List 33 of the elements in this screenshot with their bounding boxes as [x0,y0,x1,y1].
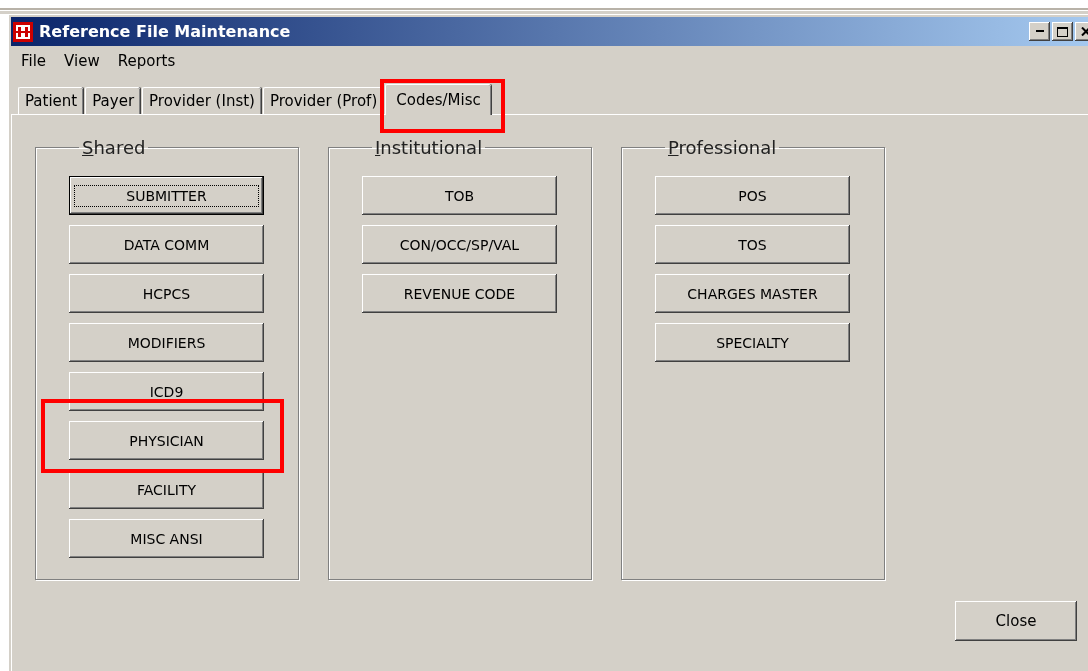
app-icon [13,21,33,42]
close-icon [1080,27,1088,36]
option-button[interactable]: MODIFIERS [69,323,264,362]
option-button[interactable]: CHARGES MASTER [655,274,850,313]
option-button[interactable]: FACILITY [69,470,264,509]
option-button[interactable]: HCPCS [69,274,264,313]
option-button[interactable]: DATA COMM [69,225,264,264]
maximize-button[interactable] [1052,22,1073,41]
minimize-button[interactable] [1029,22,1050,41]
option-button[interactable]: TOS [655,225,850,264]
menu-item[interactable]: Reports [111,52,182,70]
option-button[interactable]: REVENUE CODE [362,274,557,313]
option-button[interactable]: ICD9 [69,372,264,411]
window-title: Reference File Maintenance [39,22,292,41]
option-button[interactable]: TOB [362,176,557,215]
tab[interactable]: Codes/Misc [385,84,491,115]
option-button[interactable]: PHYSICIAN [69,421,264,460]
option-button[interactable]: CON/OCC/SP/VAL [362,225,557,264]
group-title: Shared [81,137,147,158]
menu-item[interactable]: View [58,52,106,70]
option-button[interactable]: MISC ANSI [69,519,264,558]
option-button[interactable]: POS [655,176,850,215]
maximize-icon [1057,26,1068,37]
tab[interactable]: Patient [18,87,84,114]
group-title: Professional [667,137,778,158]
option-button[interactable]: SUBMITTER [69,176,264,215]
minimize-icon [1035,30,1044,33]
tab[interactable]: Provider (Inst) [142,87,261,114]
tab[interactable]: Payer [85,87,141,114]
group-title: Institutional [374,137,484,158]
close-button[interactable]: Close [955,601,1077,641]
option-button[interactable]: SPECIALTY [655,323,850,362]
menu-item[interactable]: File [15,52,53,70]
